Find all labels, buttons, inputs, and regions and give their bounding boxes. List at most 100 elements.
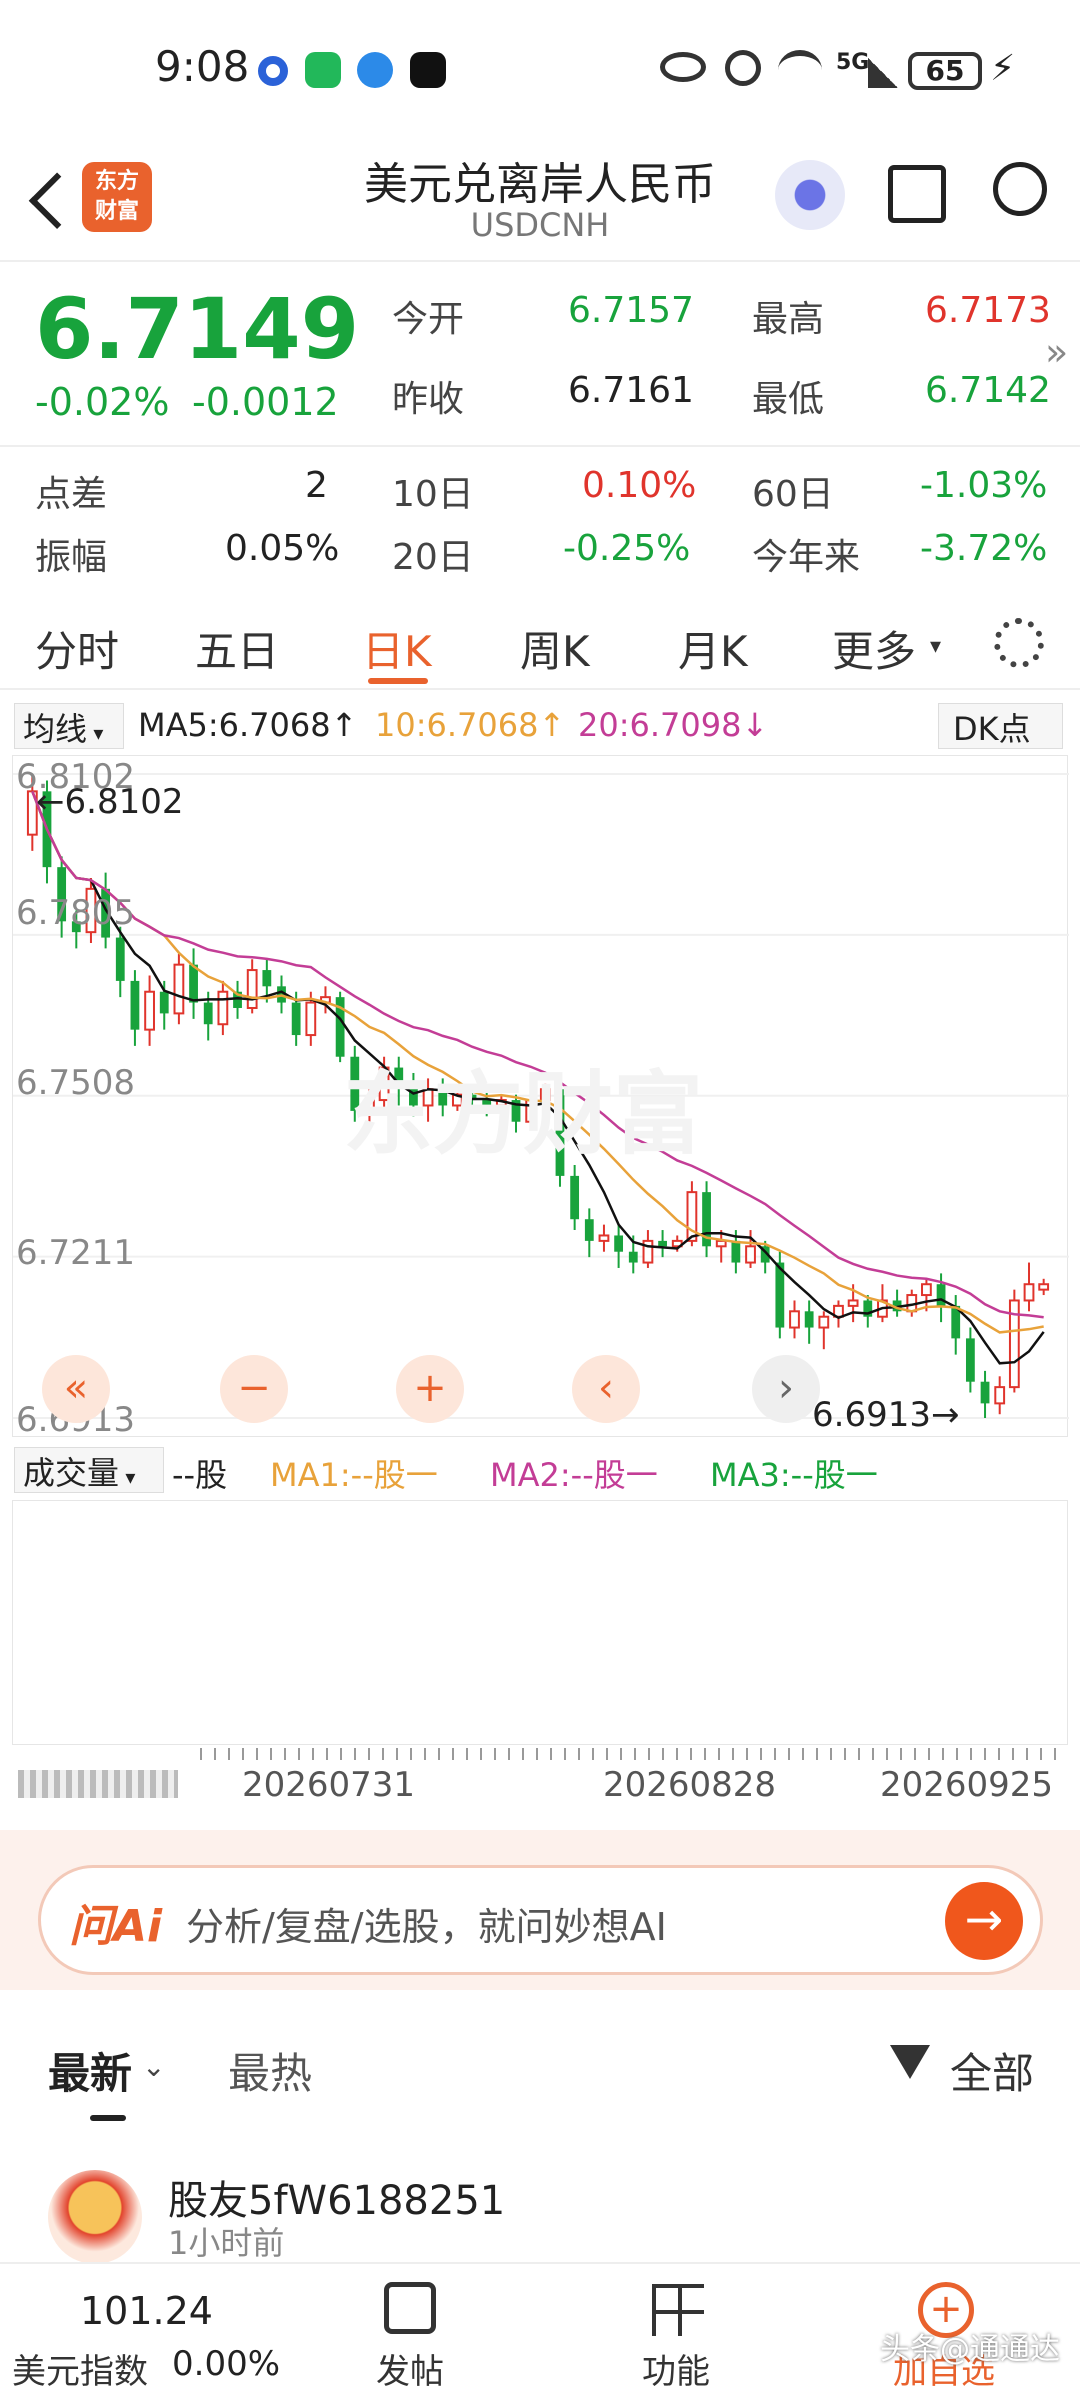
candle-body <box>686 1191 698 1242</box>
candle <box>598 1224 610 1252</box>
wechat-icon <box>305 52 341 88</box>
feed-tab-hot[interactable]: 最热 <box>228 2040 312 2101</box>
zoom-in-button[interactable]: + <box>396 1355 464 1423</box>
candle <box>246 959 258 1014</box>
candle <box>233 980 242 1019</box>
charging-icon: ⚡ <box>990 48 1016 89</box>
dk-point-button[interactable]: DK点 <box>938 703 1063 749</box>
candle <box>217 980 229 1036</box>
candle-body <box>246 969 258 1009</box>
spread-value: 2 <box>305 465 328 506</box>
candle <box>892 1289 902 1317</box>
candle <box>818 1311 830 1350</box>
candle-body <box>731 1240 741 1263</box>
function-label[interactable]: 功能 <box>642 2344 710 2393</box>
candle <box>584 1208 594 1258</box>
filter-icon[interactable] <box>890 2045 930 2079</box>
d60-label: 60日 <box>752 474 834 515</box>
scroll-far-left-button[interactable]: « <box>42 1355 110 1423</box>
scroll-right-button[interactable]: › <box>752 1355 820 1423</box>
capcut-icon <box>410 52 446 88</box>
expand-chevron-icon[interactable]: » <box>1045 330 1068 374</box>
post-label[interactable]: 发帖 <box>376 2344 444 2393</box>
kline-chart[interactable]: 东方财富 <box>12 755 1069 1437</box>
ai-input[interactable]: 问Ai 分析/复盘/选股，就问妙想AI → <box>38 1865 1043 1975</box>
candle-body <box>936 1284 946 1306</box>
tab-five-day[interactable]: 五日 <box>195 618 279 679</box>
filter-all[interactable]: 全部 <box>950 2040 1034 2101</box>
y-tick-4: 6.7211 <box>16 1233 135 1273</box>
tab-more[interactable]: 更多 <box>832 618 916 679</box>
candle <box>804 1300 814 1344</box>
candle-body <box>994 1386 1006 1405</box>
latest-caret-icon: ⌄ <box>142 2050 166 2083</box>
candle-body <box>980 1381 990 1404</box>
candle-body <box>189 964 198 1003</box>
y-tick-2: 6.7805 <box>16 893 135 933</box>
post-edit-icon[interactable] <box>384 2282 436 2334</box>
tab-daily-k[interactable]: 日K <box>362 618 432 679</box>
status-time: 9:08 <box>155 42 250 91</box>
candle <box>130 970 140 1046</box>
high-label: 最高 <box>752 299 825 340</box>
index-value[interactable]: 101.24 <box>80 2289 213 2333</box>
last-price: 6.7149 <box>35 280 360 378</box>
candle-body <box>818 1315 830 1329</box>
feed-tab-latest[interactable]: 最新 <box>48 2040 132 2101</box>
date-scrubber[interactable] <box>18 1770 178 1798</box>
ai-robot-icon[interactable] <box>775 160 845 230</box>
volume-select[interactable]: 成交量 ▾ <box>14 1447 164 1493</box>
d10-label: 10日 <box>392 474 474 515</box>
function-grid-icon[interactable] <box>652 2284 704 2336</box>
d60-value: -1.03% <box>920 465 1048 506</box>
scroll-left-button[interactable]: ‹ <box>572 1355 640 1423</box>
candle <box>614 1224 624 1268</box>
candle-body <box>598 1234 610 1242</box>
d10-value: 0.10% <box>582 465 697 506</box>
candle <box>994 1376 1006 1415</box>
alarm-icon <box>725 50 761 86</box>
ytd-label: 今年来 <box>752 537 861 578</box>
zoom-out-button[interactable]: − <box>220 1355 288 1423</box>
candle <box>1023 1262 1035 1312</box>
candle-body <box>745 1245 756 1264</box>
candle <box>658 1230 667 1258</box>
candle <box>1038 1278 1050 1296</box>
candle-body <box>921 1283 932 1297</box>
prev-close-value: 6.7161 <box>568 370 694 411</box>
x-tick-2: 20260828 <box>603 1765 777 1805</box>
settings-gear-icon[interactable] <box>994 618 1044 668</box>
candle-body <box>658 1240 667 1247</box>
tab-intraday[interactable]: 分时 <box>35 618 119 679</box>
candle-body <box>965 1338 975 1382</box>
share-icon[interactable] <box>888 165 946 223</box>
candle <box>1008 1289 1020 1393</box>
ma-type-select[interactable]: 均线 ▾ <box>14 703 124 749</box>
date-ticks <box>200 1748 1060 1760</box>
candle-body <box>584 1219 594 1241</box>
tab-weekly-k[interactable]: 周K <box>520 618 590 679</box>
candle-body <box>305 1001 317 1037</box>
candle-body <box>804 1311 814 1328</box>
user-avatar[interactable] <box>48 2170 142 2264</box>
candle-body <box>628 1251 638 1263</box>
candle-body <box>144 990 155 1031</box>
nav-bar: 东方 财富 美元兑离岸人民币 USDCNH <box>0 140 1080 262</box>
search-icon[interactable] <box>993 162 1047 216</box>
volume-chart[interactable] <box>12 1500 1068 1745</box>
d20-label: 20日 <box>392 537 474 578</box>
battery-icon: 65 <box>908 52 982 90</box>
ai-brand: 问Ai <box>69 1901 163 1952</box>
index-name[interactable]: 美元指数 <box>12 2344 148 2393</box>
vol-ma2: MA2:--股一 <box>490 1456 658 1494</box>
candle-body <box>217 990 229 1026</box>
ai-placeholder: 分析/复盘/选股，就问妙想AI <box>186 1905 667 1949</box>
candle-body <box>847 1299 859 1307</box>
tab-monthly-k[interactable]: 月K <box>678 618 748 679</box>
ai-send-button[interactable]: → <box>945 1882 1023 1960</box>
candle-body <box>291 1002 301 1036</box>
ma10-value: 10:6.7068↑ <box>375 706 566 744</box>
d20-value: -0.25% <box>563 528 691 569</box>
candle <box>144 975 155 1046</box>
vol-ma3: MA3:--股一 <box>710 1456 878 1494</box>
